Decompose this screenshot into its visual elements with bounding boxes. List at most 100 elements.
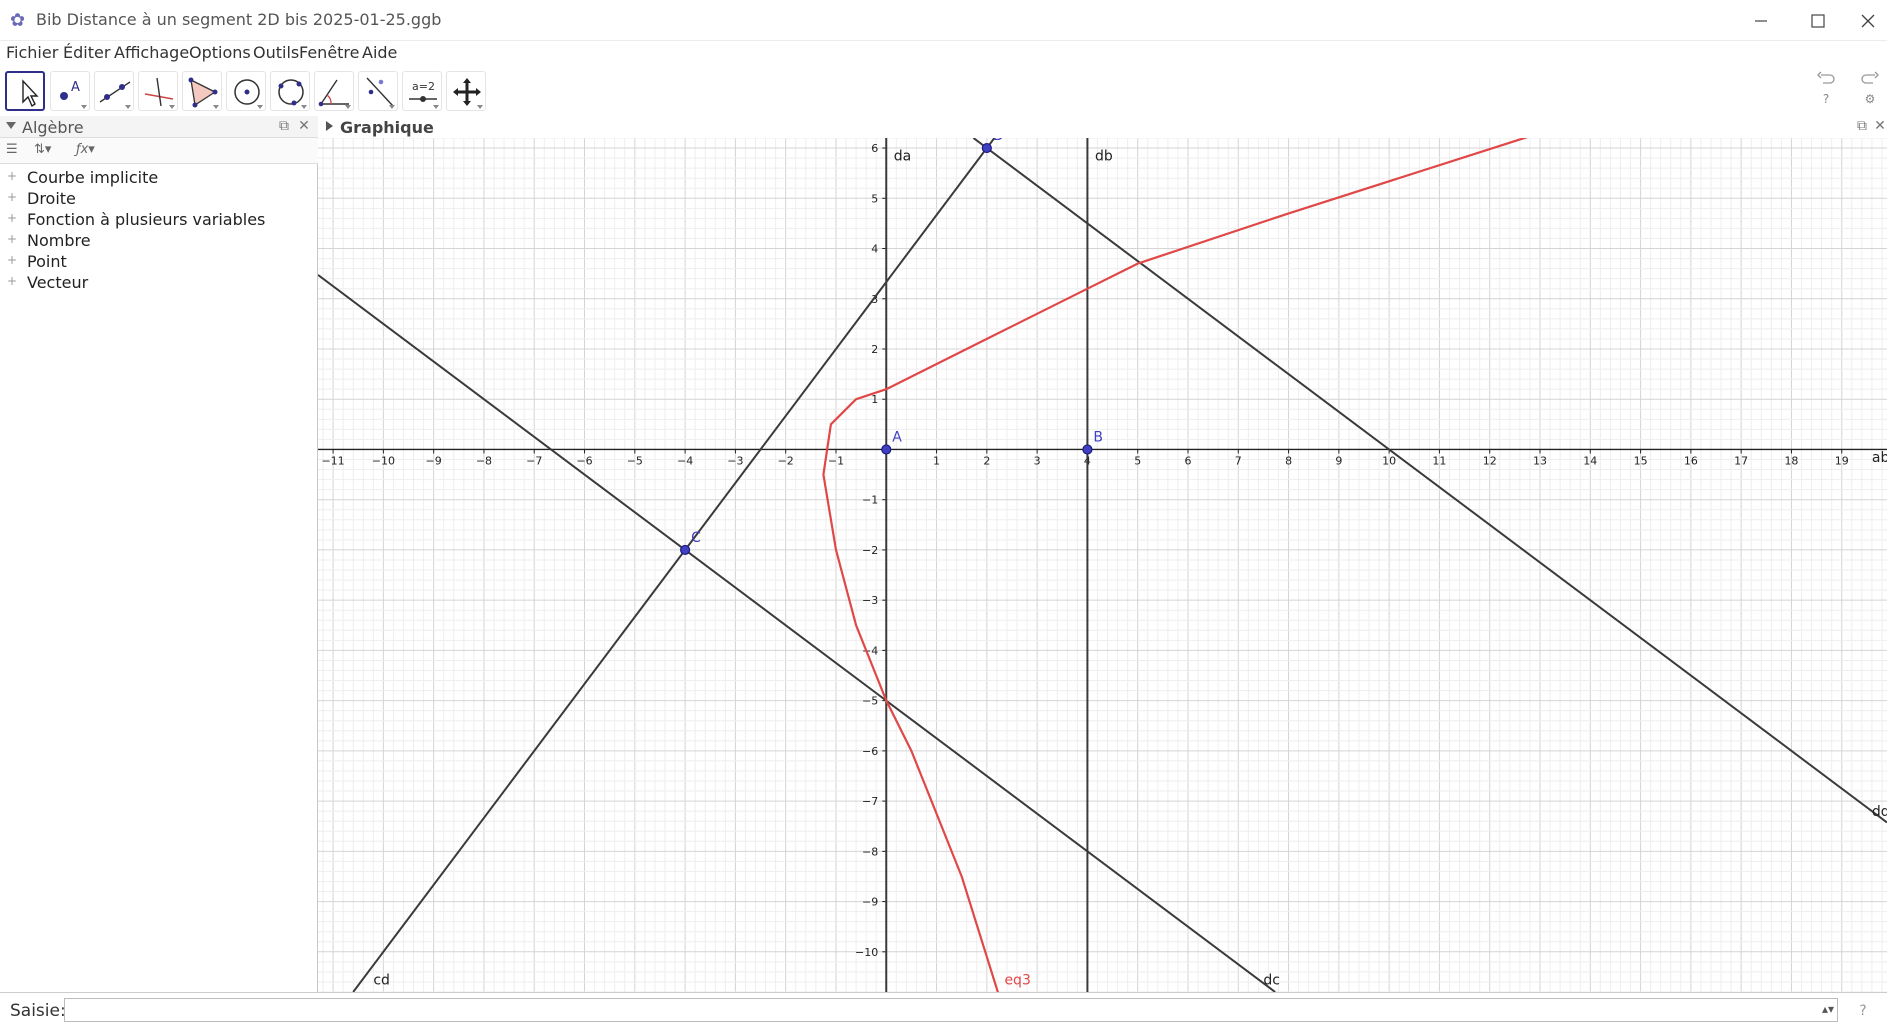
y-tick-label: −8	[862, 845, 878, 858]
tool-reflect[interactable]	[358, 71, 398, 111]
menu-options[interactable]: Options	[189, 43, 251, 62]
expand-plus-icon: +	[7, 253, 18, 267]
expand-plus-icon: +	[7, 190, 18, 204]
x-tick-label: 1	[933, 454, 940, 467]
close-button[interactable]	[1850, 4, 1887, 38]
gear-icon: ⚙	[1864, 92, 1876, 106]
tool-angle[interactable]	[314, 71, 354, 111]
input-bar: Saisie: ▴▾ ?	[0, 992, 1887, 1027]
point-C	[680, 544, 691, 556]
menu-lines-icon[interactable]: ☰	[6, 142, 18, 160]
tool-line[interactable]	[94, 71, 134, 111]
x-tick-label: 12	[1483, 454, 1497, 467]
menu-fichier[interactable]: Fichier	[6, 43, 58, 62]
x-tick-label: 16	[1684, 454, 1698, 467]
y-tick-label: 4	[871, 243, 878, 256]
point-B	[1082, 444, 1093, 455]
line-label-ab: ab	[1872, 450, 1887, 466]
tool-move[interactable]	[5, 71, 45, 111]
algebra-category[interactable]: + Nombre	[0, 231, 318, 252]
y-tick-label: 1	[871, 393, 878, 406]
help-icon[interactable]: ?	[1854, 1002, 1872, 1020]
expand-plus-icon: +	[7, 232, 18, 246]
tool-circle-center[interactable]	[226, 71, 266, 111]
menu-outils[interactable]: Outils	[253, 43, 299, 62]
undock-icon[interactable]: ⧉	[276, 118, 292, 134]
y-tick-label: −3	[862, 594, 878, 607]
geogebra-icon: ✿	[10, 10, 26, 31]
redo-button[interactable]	[1852, 67, 1887, 87]
window-title: Bib Distance à un segment 2D bis 2025-01…	[36, 10, 442, 29]
algebra-view: Algèbre ⧉ ✕ ☰ ⇅▾ ƒx▾ + Courbe implicite +…	[0, 116, 318, 992]
x-tick-label: 8	[1285, 454, 1292, 467]
tool-point[interactable]: A	[50, 71, 90, 111]
point-A	[881, 444, 892, 455]
graphics-canvas[interactable]: −11−10−9−8−7−6−5−4−3−2−11234567891011121…	[318, 138, 1887, 992]
x-tick-label: 6	[1184, 454, 1191, 467]
close-icon	[1861, 14, 1875, 28]
x-tick-label: 10	[1382, 454, 1396, 467]
algebra-category[interactable]: + Point	[0, 252, 318, 273]
x-tick-label: −3	[727, 454, 743, 467]
x-tick-label: 9	[1335, 454, 1342, 467]
x-tick-label: −6	[576, 454, 592, 467]
tool-move-graphics[interactable]	[446, 71, 486, 111]
tool-circle-three-points[interactable]	[270, 71, 310, 111]
algebra-category[interactable]: + Droite	[0, 189, 318, 210]
expand-plus-icon: +	[7, 169, 18, 183]
algebra-title: Algèbre	[22, 118, 84, 137]
maximize-button[interactable]	[1795, 4, 1841, 38]
tool-polygon[interactable]	[182, 71, 222, 111]
expand-plus-icon: +	[7, 211, 18, 225]
curve-eq3	[822, 138, 1528, 992]
menu-editer[interactable]: Éditer	[63, 43, 110, 62]
y-tick-label: −6	[862, 745, 878, 758]
algebra-category[interactable]: + Courbe implicite	[0, 168, 318, 189]
redo-icon	[1861, 71, 1879, 84]
cursor-arrow-icon	[22, 79, 39, 108]
x-tick-label: −5	[627, 454, 643, 467]
close-panel-icon[interactable]: ✕	[1872, 118, 1887, 134]
line-label-cd: cd	[373, 972, 390, 988]
y-tick-label: 2	[871, 343, 878, 356]
maximize-icon	[1811, 14, 1825, 28]
graphics-view: Graphique ⧉ ✕ −11 −10 −9 −8 −7 −6 −5 −4 −3 −2 −1 1 2…	[318, 116, 1887, 992]
settings-button[interactable]: ⚙	[1852, 89, 1887, 109]
menu-aide[interactable]: Aide	[362, 43, 397, 62]
close-panel-icon[interactable]: ✕	[296, 118, 312, 134]
point-label-D: D	[993, 138, 1004, 144]
input-field[interactable]	[64, 998, 1838, 1022]
x-tick-label: −4	[677, 454, 693, 467]
line-dc	[318, 274, 1276, 992]
y-tick-label: −10	[855, 946, 878, 959]
x-tick-label: −8	[476, 454, 492, 467]
x-tick-label: 2	[983, 454, 990, 467]
x-tick-label: 15	[1634, 454, 1648, 467]
graphics-header: Graphique ⧉ ✕	[318, 116, 1887, 138]
expand-caret-icon[interactable]	[326, 121, 333, 131]
line-cd	[352, 138, 996, 992]
x-tick-label: 3	[1034, 454, 1041, 467]
menu-fenetre[interactable]: Fenêtre	[299, 43, 360, 62]
undo-button[interactable]	[1808, 67, 1844, 87]
menu-affichage[interactable]: Affichage	[114, 43, 189, 62]
x-tick-label: 7	[1235, 454, 1242, 467]
minimize-icon	[1755, 20, 1767, 22]
collapse-caret-icon[interactable]	[6, 122, 16, 129]
history-spinner-icon[interactable]: ▴▾	[1822, 1002, 1834, 1016]
undock-icon[interactable]: ⧉	[1854, 118, 1870, 134]
function-icon[interactable]: ƒx▾	[76, 142, 95, 160]
x-tick-label: 19	[1835, 454, 1849, 467]
title-bar: ✿ Bib Distance à un segment 2D bis 2025-…	[0, 0, 1887, 41]
x-tick-label: 5	[1134, 454, 1141, 467]
algebra-category[interactable]: + Vecteur	[0, 273, 318, 294]
sort-icon[interactable]: ⇅▾	[34, 142, 51, 160]
tool-perpendicular-line[interactable]	[138, 71, 178, 111]
minimize-button[interactable]	[1738, 4, 1784, 38]
graphics-title: Graphique	[340, 118, 434, 137]
algebra-category[interactable]: + Fonction à plusieurs variables	[0, 210, 318, 231]
tool-slider[interactable]: a=2	[402, 71, 442, 111]
help-button[interactable]: ?	[1808, 89, 1844, 109]
x-tick-label: 17	[1734, 454, 1748, 467]
x-tick-label: −9	[426, 454, 442, 467]
